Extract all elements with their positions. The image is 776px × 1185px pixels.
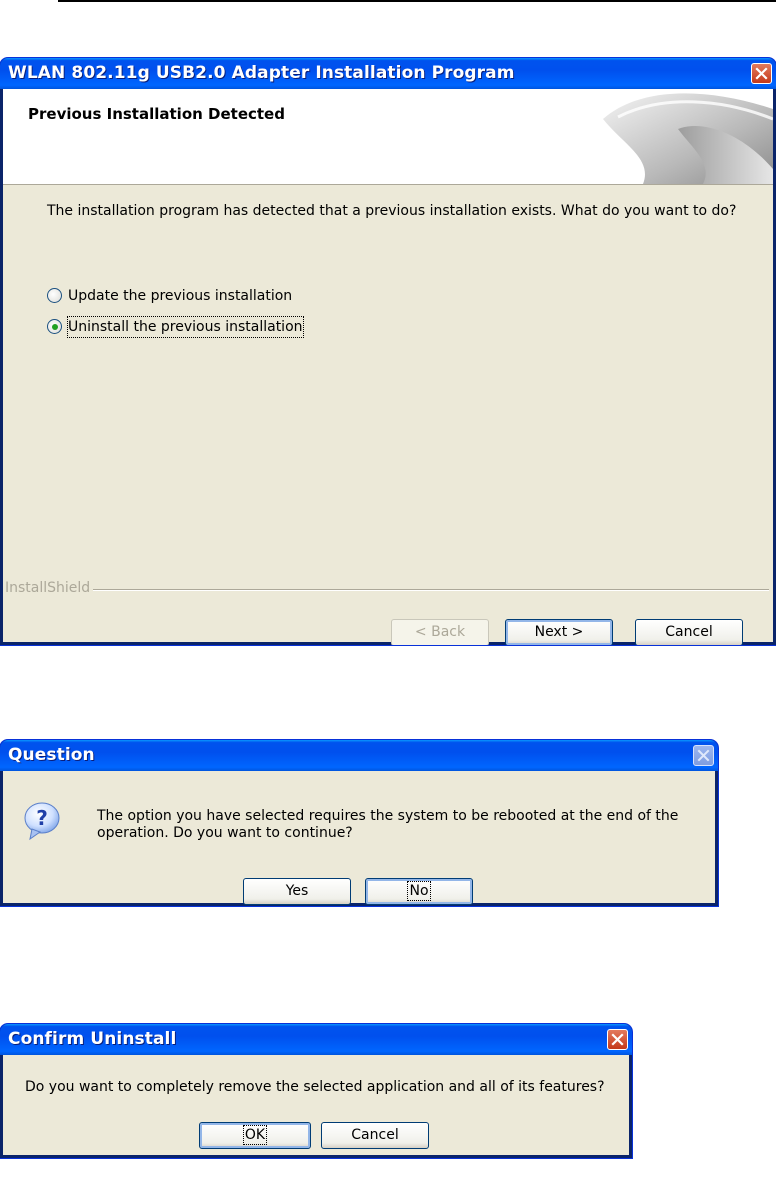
ok-button[interactable]: OK (199, 1122, 311, 1149)
confirm-close-button[interactable] (607, 1029, 628, 1050)
back-button[interactable]: < Back (391, 619, 489, 645)
confirm-title: Confirm Uninstall (8, 1029, 177, 1049)
installer-body: Previous Installation Detected The insta… (3, 89, 773, 645)
installer-header: Previous Installation Detected (3, 89, 773, 185)
divider-line (93, 589, 769, 591)
confirm-titlebar[interactable]: Confirm Uninstall (0, 1024, 632, 1055)
no-button-label: No (407, 881, 431, 901)
cancel-button-label: Cancel (665, 624, 713, 640)
installer-close-button[interactable] (751, 63, 772, 84)
back-button-label: < Back (414, 624, 466, 640)
next-button[interactable]: Next > (505, 619, 613, 645)
confirm-cancel-button[interactable]: Cancel (321, 1122, 429, 1149)
question-window: Question ? The option you have selected … (0, 740, 718, 906)
installshield-header-art-icon (603, 93, 773, 184)
no-button[interactable]: No (365, 878, 473, 905)
option-update-label[interactable]: Update the previous installation (68, 286, 292, 306)
installshield-label: InstallShield (5, 580, 97, 596)
yes-button[interactable]: Yes (243, 878, 351, 905)
close-icon (755, 67, 768, 80)
svg-text:?: ? (36, 806, 48, 830)
yes-button-label: Yes (285, 883, 309, 899)
installer-title: WLAN 802.11g USB2.0 Adapter Installation… (8, 63, 515, 83)
page-top-rule (58, 0, 776, 2)
question-message: The option you have selected requires th… (97, 808, 679, 841)
close-icon (697, 749, 710, 762)
question-icon: ? (24, 802, 60, 841)
radio-update[interactable] (47, 288, 62, 303)
installer-window: WLAN 802.11g USB2.0 Adapter Installation… (0, 58, 776, 645)
installer-titlebar[interactable]: WLAN 802.11g USB2.0 Adapter Installation… (0, 58, 776, 89)
confirm-body: Do you want to completely remove the sel… (3, 1055, 629, 1155)
installer-header-title: Previous Installation Detected (28, 105, 285, 123)
next-button-label: Next > (534, 624, 584, 640)
confirm-message: Do you want to completely remove the sel… (25, 1079, 605, 1095)
confirm-window: Confirm Uninstall Do you want to complet… (0, 1024, 632, 1158)
radio-uninstall[interactable] (47, 319, 62, 334)
option-uninstall-label[interactable]: Uninstall the previous installation (67, 316, 304, 338)
question-body: ? The option you have selected requires … (3, 771, 715, 905)
close-icon (611, 1033, 624, 1046)
question-close-button[interactable] (693, 745, 714, 766)
cancel-button[interactable]: Cancel (635, 619, 743, 645)
installer-message: The installation program has detected th… (47, 203, 737, 219)
question-title: Question (8, 745, 95, 765)
question-titlebar[interactable]: Question (0, 740, 718, 771)
confirm-cancel-button-label: Cancel (351, 1127, 399, 1143)
ok-button-label: OK (242, 1125, 268, 1145)
